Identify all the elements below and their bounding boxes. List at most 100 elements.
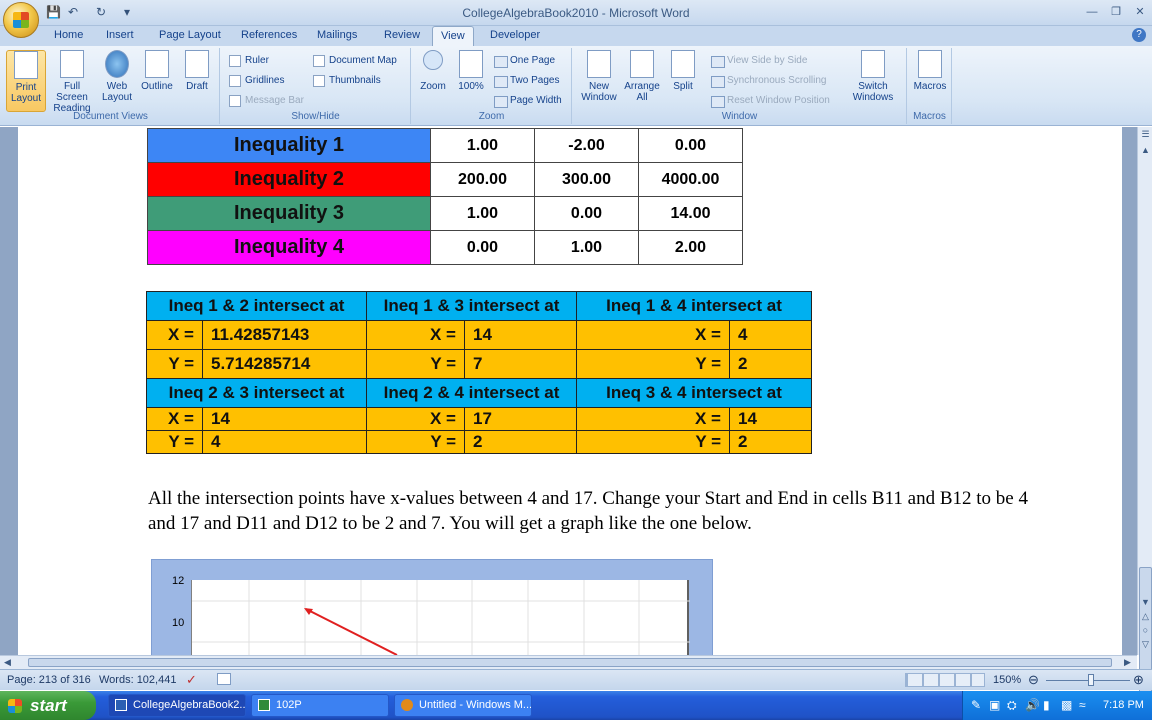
inequality-name: Inequality 4 (147, 230, 431, 265)
group-show-hide: Ruler Gridlines Message Bar Document Map… (221, 48, 411, 124)
zoom-out-icon[interactable]: ⊖ (1028, 672, 1039, 688)
split-icon (671, 50, 695, 78)
pen-icon[interactable]: ✎ (971, 698, 981, 712)
inequality-name: Inequality 1 (147, 128, 431, 163)
thumbnails-checkbox[interactable]: Thumbnails (313, 75, 381, 87)
message-bar-checkbox[interactable]: Message Bar (229, 95, 304, 107)
tab-home[interactable]: Home (54, 29, 83, 41)
y-value: 5.714285714 (202, 349, 367, 379)
inequality-row: Inequality 1 1.00 -2.00 0.00 (147, 128, 743, 163)
ruler-toggle-icon[interactable]: ☰ (1139, 129, 1152, 140)
start-button[interactable]: start (0, 691, 96, 720)
synchronous-scrolling-button[interactable]: Synchronous Scrolling (711, 75, 827, 88)
minimize-button[interactable]: — (1082, 4, 1102, 20)
draft-button[interactable]: Draft (180, 50, 214, 92)
two-pages-button[interactable]: Two Pages (494, 75, 559, 88)
tab-insert[interactable]: Insert (106, 29, 134, 41)
tab-view[interactable]: View (432, 26, 474, 47)
taskbar-item-movie-maker[interactable]: Untitled - Windows M... (394, 694, 532, 717)
x-label: X = (366, 320, 465, 350)
zoom-in-icon[interactable]: ⊕ (1133, 672, 1144, 688)
gridlines-checkbox[interactable]: Gridlines (229, 75, 284, 87)
close-button[interactable]: ✕ (1130, 4, 1150, 20)
split-button[interactable]: Split (665, 50, 701, 92)
series-line (305, 608, 398, 655)
speaker-icon[interactable]: 🔊 (1025, 698, 1040, 712)
ribbon: Print Layout Full Screen Reading Web Lay… (0, 46, 1152, 126)
print-layout-button[interactable]: Print Layout (6, 50, 46, 112)
full-screen-icon (60, 50, 84, 78)
embedded-chart[interactable]: 12 10 (151, 559, 713, 655)
tab-page-layout[interactable]: Page Layout (159, 29, 221, 41)
scroll-left-icon[interactable]: ◀ (4, 657, 11, 668)
network-icon[interactable]: ▣ (989, 698, 1000, 712)
full-screen-reading-button[interactable]: Full Screen Reading (48, 50, 96, 114)
zoom-button[interactable]: Zoom (418, 50, 448, 92)
clock[interactable]: 7:18 PM (1103, 699, 1144, 711)
view-side-by-side-button[interactable]: View Side by Side (711, 55, 807, 68)
inequality-coefficient: 0.00 (534, 196, 639, 231)
zoom-level[interactable]: 150% (993, 674, 1021, 686)
battery-icon[interactable]: ▮ (1043, 698, 1050, 712)
outline-button[interactable]: Outline (138, 50, 176, 92)
view-shortcuts[interactable] (905, 673, 985, 687)
ruler-checkbox[interactable]: Ruler (229, 55, 269, 67)
reset-window-position-button[interactable]: Reset Window Position (711, 95, 830, 108)
group-macros: Macros Macros (908, 48, 952, 124)
group-label: Zoom (478, 111, 505, 122)
browse-object-icon[interactable]: ○ (1139, 625, 1152, 635)
office-button[interactable] (3, 2, 39, 38)
movie-maker-icon (401, 699, 413, 711)
tab-review[interactable]: Review (384, 29, 420, 41)
y-label: Y = (576, 430, 730, 454)
tab-references[interactable]: References (241, 29, 297, 41)
vertical-scrollbar[interactable]: ☰ ▲ ▼ △ ○ ▽ (1137, 127, 1152, 703)
group-label: Document Views (73, 111, 148, 122)
inequality-coefficient: 14.00 (638, 196, 743, 231)
y-label: Y = (146, 430, 203, 454)
one-page-button[interactable]: One Page (494, 55, 555, 68)
group-window: New Window Arrange All Split View Side b… (573, 48, 907, 124)
help-icon[interactable]: ? (1132, 28, 1146, 42)
scroll-down-icon[interactable]: ▼ (1139, 597, 1152, 607)
restore-button[interactable]: ❐ (1106, 4, 1126, 20)
zoom-slider-thumb[interactable] (1088, 674, 1094, 686)
y-value: 7 (464, 349, 577, 379)
x-value: 11.42857143 (202, 320, 367, 350)
y-tick-label: 10 (172, 617, 185, 629)
tab-developer[interactable]: Developer (490, 29, 540, 41)
header-ineq-2-3: Ineq 2 & 3 intersect at (146, 378, 367, 408)
security-icon[interactable]: ⛭ (1007, 698, 1017, 713)
next-page-icon[interactable]: ▽ (1139, 639, 1152, 650)
macros-button[interactable]: Macros (912, 50, 948, 92)
scroll-up-icon[interactable]: ▲ (1139, 145, 1152, 155)
body-paragraph: All the intersection points have x-value… (148, 488, 1028, 534)
document-map-checkbox[interactable]: Document Map (313, 55, 397, 67)
zoom-100-button[interactable]: 100% (456, 50, 486, 92)
draft-icon (185, 50, 209, 78)
wifi-icon[interactable]: ≈ (1079, 698, 1086, 712)
page-width-button[interactable]: Page Width (494, 95, 562, 108)
taskbar-item-102p[interactable]: 102P (251, 694, 389, 717)
macro-record-icon[interactable] (217, 673, 231, 685)
tab-mailings[interactable]: Mailings (317, 29, 357, 41)
taskbar-item-word[interactable]: CollegeAlgebraBook2... (108, 694, 246, 717)
horizontal-scrollbar[interactable]: ◀ ▶ (0, 655, 1137, 669)
display-icon[interactable]: ▩ (1061, 698, 1072, 712)
outline-icon (145, 50, 169, 78)
new-window-button[interactable]: New Window (577, 50, 621, 103)
switch-windows-icon (861, 50, 885, 78)
chart-svg (192, 580, 690, 655)
proofing-icon[interactable]: ✓ (186, 672, 197, 688)
page-count[interactable]: Page: 213 of 316 (7, 674, 91, 686)
scroll-right-icon[interactable]: ▶ (1124, 657, 1131, 668)
word-icon (115, 699, 127, 711)
status-bar: Page: 213 of 316 Words: 102,441 ✓ 150% ⊖… (0, 669, 1152, 690)
macros-icon (918, 50, 942, 78)
web-layout-button[interactable]: Web Layout (98, 50, 136, 103)
word-count[interactable]: Words: 102,441 (99, 674, 176, 686)
horizontal-scroll-thumb[interactable] (28, 658, 1112, 667)
previous-page-icon[interactable]: △ (1139, 611, 1152, 622)
switch-windows-button[interactable]: Switch Windows (845, 50, 901, 103)
arrange-all-button[interactable]: Arrange All (621, 50, 663, 103)
